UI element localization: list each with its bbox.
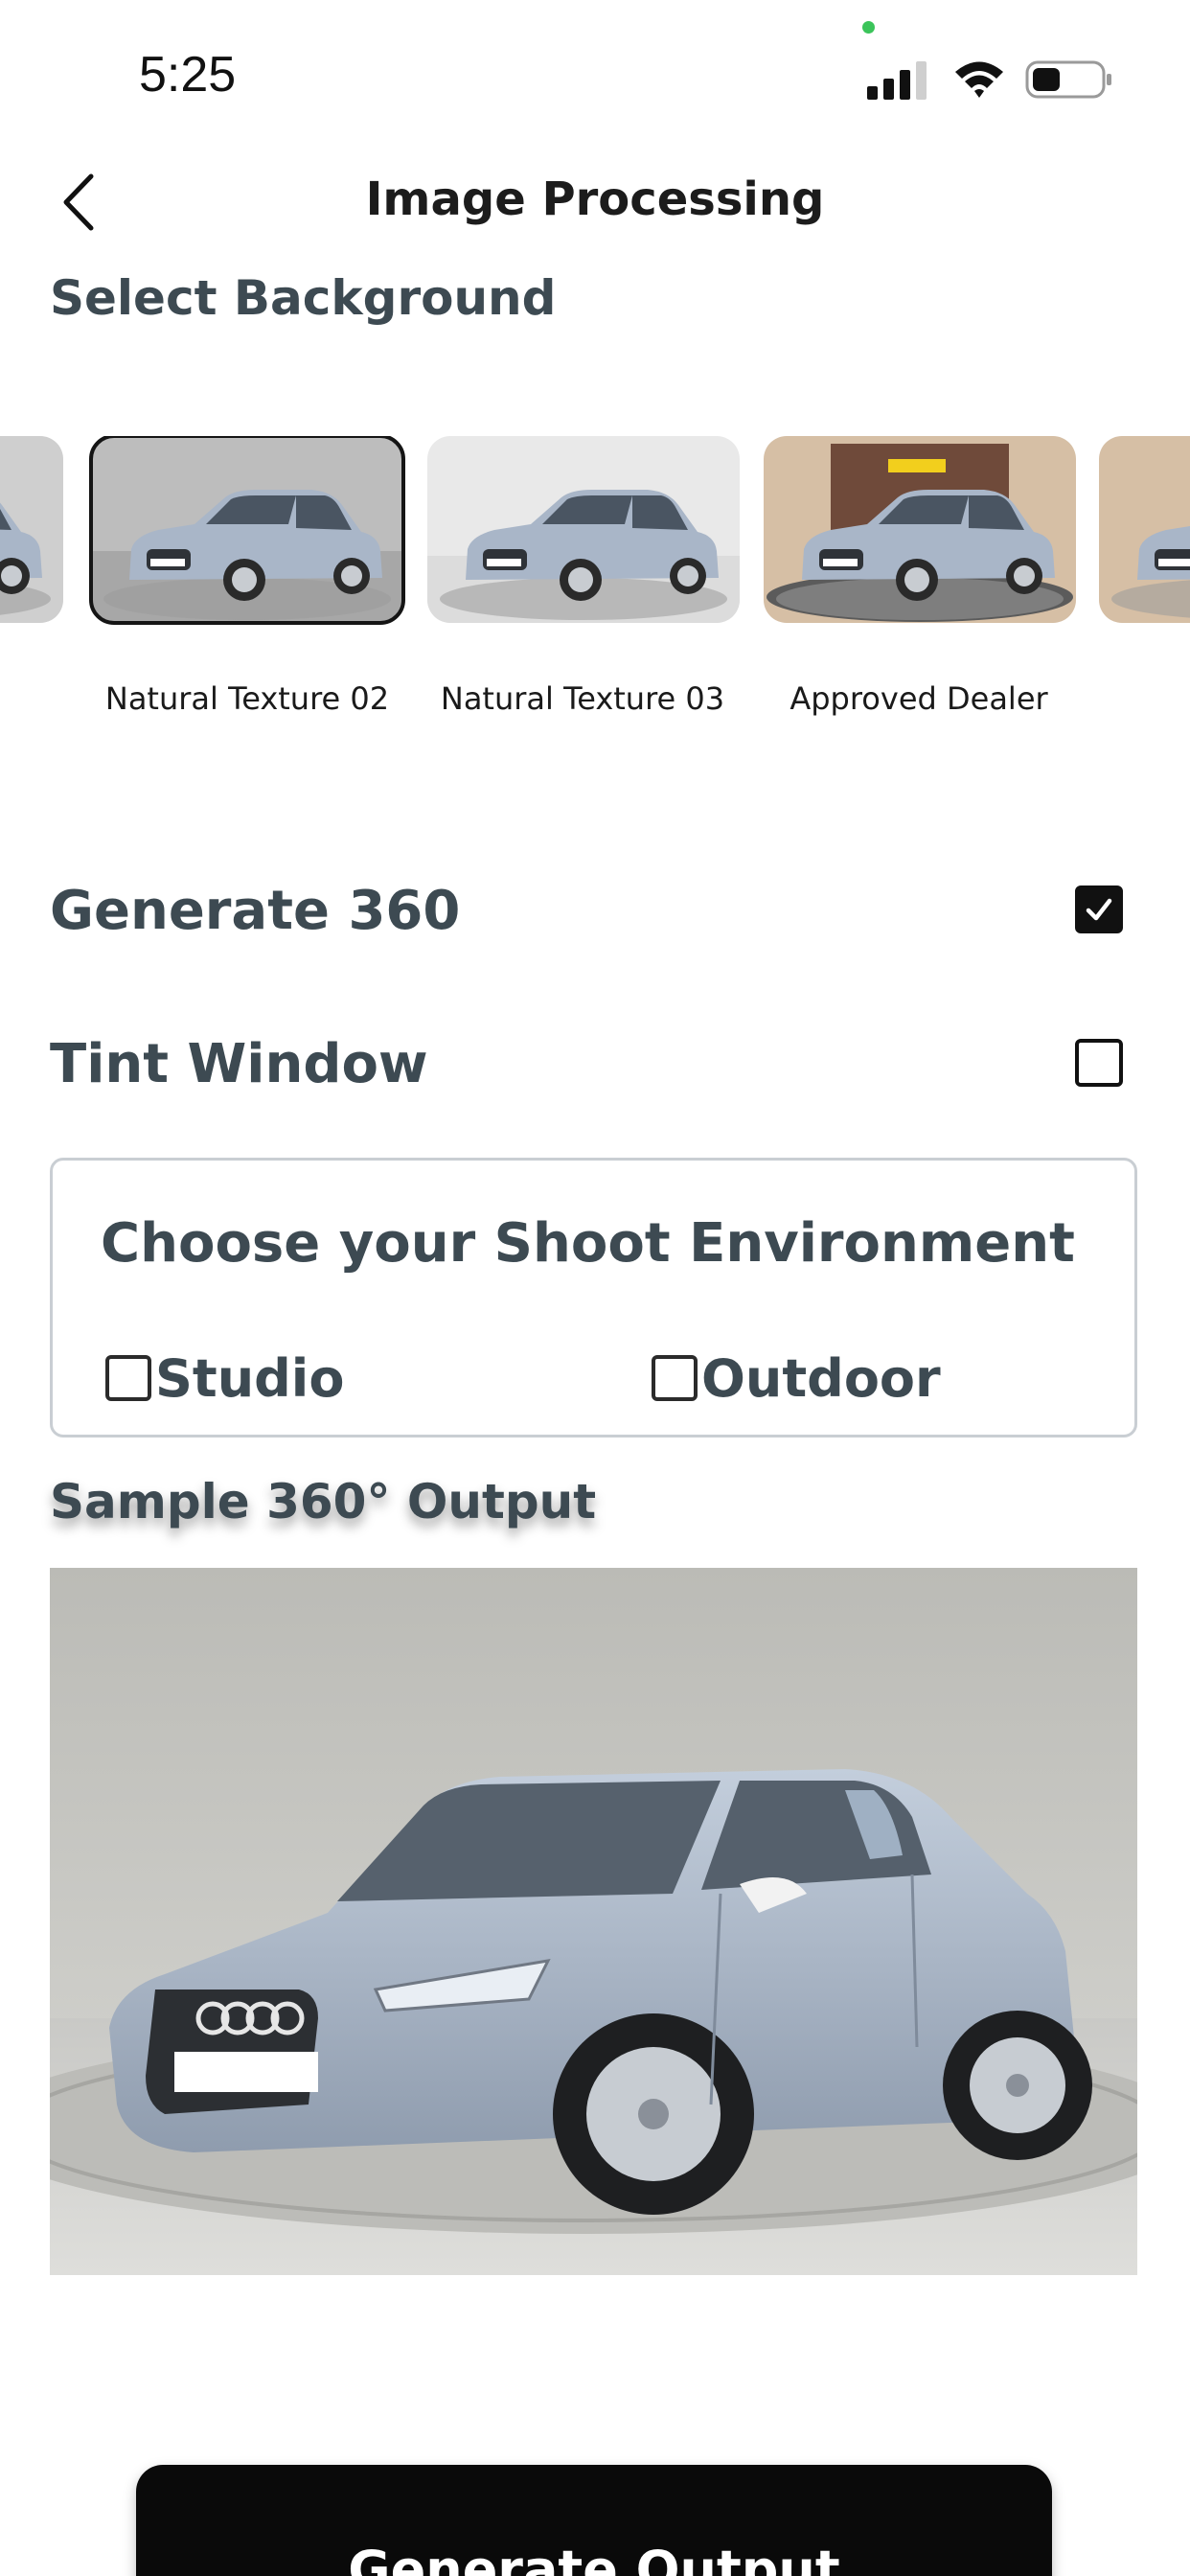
background-option-natural-texture-03[interactable] <box>427 436 740 623</box>
background-thumbnail <box>427 436 740 623</box>
tint-window-label: Tint Window <box>50 1033 428 1095</box>
outdoor-option[interactable]: Outdoor <box>652 1345 941 1412</box>
background-carousel[interactable]: Natural Texture 02 Natural Texture 03 Ap… <box>0 436 1190 724</box>
camera-indicator-icon <box>862 21 875 34</box>
outdoor-label: Outdoor <box>701 1347 941 1409</box>
studio-option[interactable]: Studio <box>105 1345 344 1412</box>
select-background-heading: Select Background <box>50 270 557 326</box>
background-thumbnail <box>764 436 1076 623</box>
sample-output-heading: Sample 360° Output <box>50 1474 597 1530</box>
shoot-environment-title: Choose your Shoot Environment <box>101 1212 1075 1275</box>
shoot-environment-panel: Choose your Shoot Environment Studio Out… <box>50 1158 1137 1438</box>
studio-checkbox[interactable] <box>105 1355 151 1401</box>
background-option-partial-left[interactable] <box>0 436 63 623</box>
tint-window-row[interactable]: Tint Window <box>50 1033 1123 1110</box>
background-option-partial-right[interactable] <box>1099 436 1190 623</box>
wifi-icon <box>955 61 1003 98</box>
background-label-natural-texture-03: Natural Texture 03 <box>440 680 725 717</box>
generate-output-label: Generate Output <box>348 2540 840 2576</box>
background-option-natural-texture-02[interactable] <box>89 436 405 625</box>
background-label-natural-texture-02: Natural Texture 02 <box>104 680 390 717</box>
tint-window-checkbox[interactable] <box>1075 1039 1123 1087</box>
generate-360-checkbox[interactable] <box>1075 886 1123 933</box>
battery-icon <box>1025 60 1111 99</box>
outdoor-checkbox[interactable] <box>652 1355 698 1401</box>
status-time: 5:25 <box>139 47 237 103</box>
status-bar: 5:25 <box>0 0 1190 134</box>
background-thumbnail <box>1099 436 1190 623</box>
background-thumbnail <box>0 436 63 623</box>
page-title: Image Processing <box>365 172 825 226</box>
background-label-approved-dealer: Approved Dealer <box>790 680 1048 717</box>
generate-360-label: Generate 360 <box>50 880 461 942</box>
cellular-signal-icon <box>867 61 927 100</box>
studio-label: Studio <box>155 1347 345 1409</box>
generate-360-row[interactable]: Generate 360 <box>50 880 1123 956</box>
app-screen: 5:25 Image Processing Select Background <box>0 0 1190 2576</box>
checkmark-icon <box>1086 898 1112 921</box>
background-thumbnail <box>91 436 403 623</box>
background-option-approved-dealer[interactable] <box>764 436 1076 623</box>
generate-output-button[interactable]: Generate Output <box>136 2465 1052 2576</box>
sample-output-image <box>50 1568 1137 2275</box>
